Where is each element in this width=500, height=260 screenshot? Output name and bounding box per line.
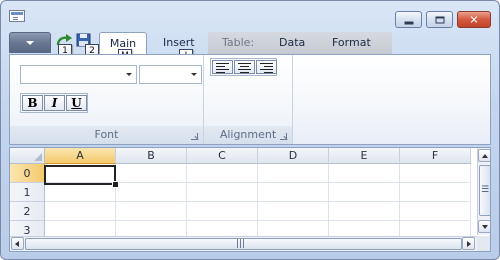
close-button[interactable]: ✕ bbox=[457, 11, 491, 28]
horizontal-scrollbar[interactable]: ||| bbox=[10, 236, 477, 251]
grid-line bbox=[257, 164, 258, 244]
title-bar[interactable]: ✕ bbox=[1, 1, 499, 29]
alignment-buttons bbox=[210, 58, 277, 76]
scroll-up-button[interactable] bbox=[478, 149, 490, 162]
active-cell[interactable] bbox=[44, 165, 116, 185]
align-left-button[interactable] bbox=[212, 60, 233, 74]
select-all-corner[interactable] bbox=[10, 148, 45, 164]
grid-line bbox=[470, 164, 471, 244]
minimize-button[interactable] bbox=[395, 11, 422, 28]
font-name-combobox[interactable] bbox=[20, 65, 137, 84]
row-header-0[interactable]: 0 bbox=[10, 164, 45, 183]
context-group-title: Table: bbox=[222, 36, 255, 49]
save-button[interactable]: 2 bbox=[76, 33, 99, 58]
chevron-down-icon bbox=[482, 225, 488, 229]
tab-insert[interactable]: Insert I bbox=[155, 32, 203, 63]
grip-icon: ☰ bbox=[481, 185, 490, 195]
maximize-icon bbox=[435, 16, 444, 23]
chevron-left-icon bbox=[15, 241, 19, 247]
group-font-title: Font bbox=[94, 128, 119, 141]
align-center-button[interactable] bbox=[234, 60, 255, 74]
close-icon: ✕ bbox=[469, 13, 479, 26]
font-dialog-launcher-icon[interactable] bbox=[191, 133, 198, 140]
redo-button[interactable]: 1 bbox=[55, 33, 73, 58]
group-alignment: Alignment bbox=[204, 55, 293, 144]
vertical-scroll-thumb[interactable]: ☰ bbox=[479, 165, 490, 216]
group-font-label: Font bbox=[10, 126, 203, 144]
minimize-icon bbox=[404, 21, 413, 24]
tab-insert-label: Insert bbox=[163, 36, 195, 49]
spreadsheet-grid[interactable]: ABCDEF 0123 ☰ ||| bbox=[9, 147, 491, 252]
fill-handle[interactable] bbox=[112, 181, 119, 188]
row-header-2[interactable]: 2 bbox=[10, 202, 45, 221]
column-header-c[interactable]: C bbox=[187, 148, 258, 164]
tab-data[interactable]: Data bbox=[271, 32, 313, 54]
chevron-down-icon bbox=[126, 73, 132, 76]
application-menu-button[interactable] bbox=[9, 32, 51, 53]
app-window: ✕ 1 2 Main M bbox=[0, 0, 500, 260]
column-header-e[interactable]: E bbox=[329, 148, 400, 164]
underline-button[interactable]: U bbox=[66, 95, 87, 111]
alignment-dialog-launcher-icon[interactable] bbox=[280, 133, 287, 140]
font-size-combobox[interactable] bbox=[139, 65, 202, 84]
tab-main[interactable]: Main M bbox=[99, 32, 147, 63]
ribbon-tab-row: 1 2 Main M Insert I Table: Data Fo bbox=[9, 30, 491, 63]
group-alignment-label: Alignment bbox=[204, 126, 292, 144]
scroll-right-button[interactable] bbox=[462, 237, 475, 250]
chevron-up-icon bbox=[482, 154, 488, 158]
ribbon-panel-main: B I U Font Alignment bbox=[9, 54, 491, 145]
column-header-d[interactable]: D bbox=[258, 148, 329, 164]
grip-icon: ||| bbox=[236, 239, 246, 249]
chevron-down-icon bbox=[26, 41, 34, 45]
group-alignment-title: Alignment bbox=[219, 128, 277, 141]
scroll-left-button[interactable] bbox=[11, 237, 24, 250]
vertical-scrollbar[interactable]: ☰ bbox=[477, 148, 490, 235]
italic-button[interactable]: I bbox=[44, 95, 65, 111]
scroll-down-button[interactable] bbox=[478, 220, 490, 233]
horizontal-scroll-thumb[interactable]: ||| bbox=[25, 238, 462, 250]
chevron-down-icon bbox=[191, 73, 197, 76]
row-header-1[interactable]: 1 bbox=[10, 183, 45, 202]
grid-line bbox=[328, 164, 329, 244]
size-grip bbox=[477, 236, 490, 251]
tab-format[interactable]: Format bbox=[324, 32, 379, 54]
ribbon: 1 2 Main M Insert I Table: Data Fo bbox=[9, 30, 491, 146]
grid-line bbox=[186, 164, 187, 244]
maximize-button[interactable] bbox=[426, 11, 453, 28]
window-icon[interactable] bbox=[9, 10, 25, 22]
font-style-buttons: B I U bbox=[20, 93, 88, 113]
column-header-f[interactable]: F bbox=[400, 148, 471, 164]
column-header-a[interactable]: A bbox=[45, 148, 116, 164]
grid-line bbox=[399, 164, 400, 244]
group-font: B I U Font bbox=[10, 55, 204, 144]
align-right-button[interactable] bbox=[256, 60, 277, 74]
chevron-right-icon bbox=[467, 241, 471, 247]
bold-button[interactable]: B bbox=[22, 95, 43, 111]
column-header-b[interactable]: B bbox=[116, 148, 187, 164]
